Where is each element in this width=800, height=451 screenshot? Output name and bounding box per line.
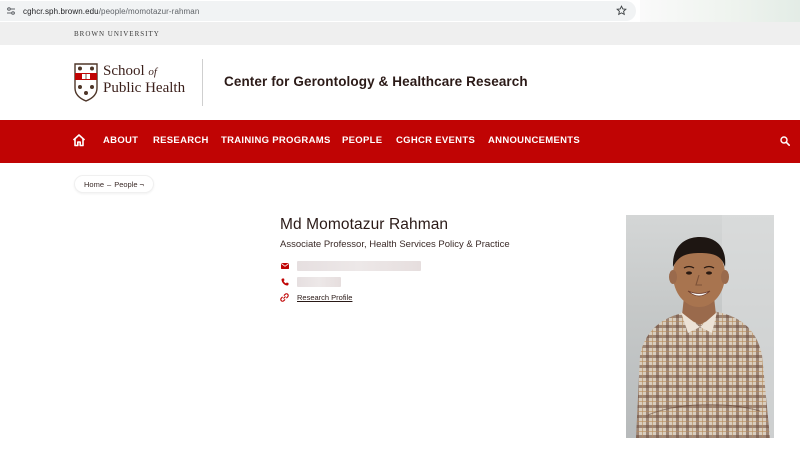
- bookmark-star-icon[interactable]: [615, 4, 628, 17]
- person-title: Associate Professor, Health Services Pol…: [280, 239, 510, 250]
- school-of: of: [148, 66, 157, 78]
- nav-item-cghcr-events[interactable]: CGHCR EVENTS: [396, 135, 475, 146]
- link-icon: [280, 293, 289, 302]
- profile-photo: [626, 215, 774, 438]
- envelope-icon: [280, 262, 289, 271]
- research-profile-link[interactable]: Research Profile: [297, 293, 352, 302]
- phone-icon: [280, 278, 289, 287]
- nav-item-training-programs[interactable]: TRAINING PROGRAMS: [221, 135, 331, 146]
- phone-row: [280, 277, 341, 287]
- breadcrumb-home[interactable]: Home: [84, 180, 104, 189]
- school-line2: Public Health: [103, 80, 186, 96]
- person-name: Md Momotazur Rahman: [280, 216, 449, 233]
- browser-toolbar: cghcr.sph.brown.edu/people/momotazur-rah…: [0, 0, 800, 22]
- site-header: School of Public Health Center for Geron…: [0, 45, 800, 120]
- breadcrumb-separator: –: [107, 179, 112, 189]
- breadcrumb-trail-mark: ¬: [139, 179, 144, 189]
- main-navigation: ABOUT RESEARCH TRAINING PROGRAMS PEOPLE …: [0, 120, 800, 163]
- email-redacted[interactable]: [297, 261, 421, 271]
- breadcrumb: Home – People ¬: [74, 175, 154, 193]
- nav-item-about[interactable]: ABOUT: [103, 135, 138, 146]
- research-profile-row: Research Profile: [280, 293, 352, 302]
- site-info-icon[interactable]: [5, 5, 17, 17]
- brown-shield-logo-icon[interactable]: [74, 62, 98, 102]
- phone-redacted[interactable]: [297, 277, 341, 287]
- search-icon[interactable]: [780, 136, 790, 146]
- university-link[interactable]: BROWN UNIVERSITY: [74, 30, 160, 38]
- school-logo-text[interactable]: School of Public Health: [103, 63, 185, 96]
- university-strip: BROWN UNIVERSITY: [0, 22, 800, 45]
- breadcrumb-current: People: [114, 179, 138, 189]
- browser-extension-area: [640, 0, 800, 22]
- home-icon[interactable]: [72, 133, 86, 147]
- nav-item-research[interactable]: RESEARCH: [153, 135, 209, 146]
- school-line1: School: [103, 63, 145, 79]
- profile-photo-illustration: [636, 215, 774, 438]
- nav-item-announcements[interactable]: ANNOUNCEMENTS: [488, 135, 580, 146]
- address-bar[interactable]: cghcr.sph.brown.edu/people/momotazur-rah…: [0, 1, 636, 21]
- header-divider: [202, 59, 203, 106]
- nav-item-people[interactable]: PEOPLE: [342, 135, 382, 146]
- url-path: /people/momotazur-rahman: [98, 6, 200, 16]
- email-row: [280, 261, 421, 271]
- url-host: cghcr.sph.brown.edu: [23, 6, 99, 16]
- center-title[interactable]: Center for Gerontology & Healthcare Rese…: [224, 74, 528, 89]
- url-text[interactable]: cghcr.sph.brown.edu/people/momotazur-rah…: [23, 7, 199, 16]
